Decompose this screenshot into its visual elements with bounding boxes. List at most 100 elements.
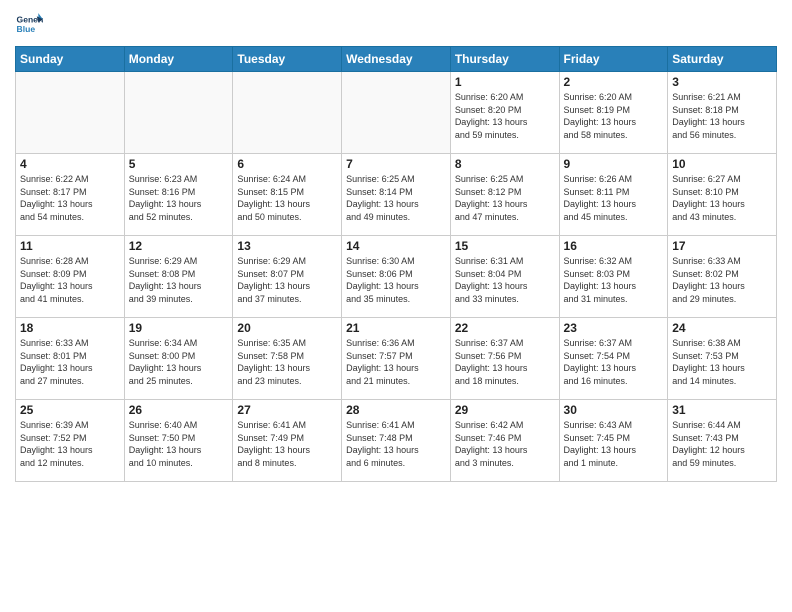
day-info: Sunrise: 6:20 AMSunset: 8:20 PMDaylight:… <box>455 91 555 141</box>
calendar-cell: 17 Sunrise: 6:33 AMSunset: 8:02 PMDayligh… <box>668 236 777 318</box>
day-info: Sunrise: 6:31 AMSunset: 8:04 PMDaylight:… <box>455 255 555 305</box>
calendar-cell: 15 Sunrise: 6:31 AMSunset: 8:04 PMDayligh… <box>450 236 559 318</box>
day-number: 2 <box>564 75 664 89</box>
weekday-row: SundayMondayTuesdayWednesdayThursdayFrid… <box>16 47 777 72</box>
day-info: Sunrise: 6:35 AMSunset: 7:58 PMDaylight:… <box>237 337 337 387</box>
weekday-header-friday: Friday <box>559 47 668 72</box>
day-number: 5 <box>129 157 229 171</box>
day-number: 18 <box>20 321 120 335</box>
day-number: 17 <box>672 239 772 253</box>
day-info: Sunrise: 6:28 AMSunset: 8:09 PMDaylight:… <box>20 255 120 305</box>
calendar-cell <box>342 72 451 154</box>
day-info: Sunrise: 6:24 AMSunset: 8:15 PMDaylight:… <box>237 173 337 223</box>
day-info: Sunrise: 6:30 AMSunset: 8:06 PMDaylight:… <box>346 255 446 305</box>
weekday-header-saturday: Saturday <box>668 47 777 72</box>
day-info: Sunrise: 6:22 AMSunset: 8:17 PMDaylight:… <box>20 173 120 223</box>
calendar-cell: 10 Sunrise: 6:27 AMSunset: 8:10 PMDayligh… <box>668 154 777 236</box>
calendar-cell: 26 Sunrise: 6:40 AMSunset: 7:50 PMDayligh… <box>124 400 233 482</box>
day-number: 8 <box>455 157 555 171</box>
day-number: 21 <box>346 321 446 335</box>
day-number: 29 <box>455 403 555 417</box>
day-number: 22 <box>455 321 555 335</box>
day-info: Sunrise: 6:43 AMSunset: 7:45 PMDaylight:… <box>564 419 664 469</box>
calendar-cell: 19 Sunrise: 6:34 AMSunset: 8:00 PMDayligh… <box>124 318 233 400</box>
calendar-cell: 16 Sunrise: 6:32 AMSunset: 8:03 PMDayligh… <box>559 236 668 318</box>
calendar-cell: 28 Sunrise: 6:41 AMSunset: 7:48 PMDayligh… <box>342 400 451 482</box>
calendar-week-1: 4Sunrise: 6:22 AMSunset: 8:17 PMDaylight… <box>16 154 777 236</box>
calendar-week-2: 11 Sunrise: 6:28 AMSunset: 8:09 PMDayligh… <box>16 236 777 318</box>
weekday-header-wednesday: Wednesday <box>342 47 451 72</box>
day-info: Sunrise: 6:21 AMSunset: 8:18 PMDaylight:… <box>672 91 772 141</box>
day-info: Sunrise: 6:29 AMSunset: 8:07 PMDaylight:… <box>237 255 337 305</box>
day-number: 16 <box>564 239 664 253</box>
day-number: 3 <box>672 75 772 89</box>
calendar-cell: 25Sunrise: 6:39 AMSunset: 7:52 PMDayligh… <box>16 400 125 482</box>
day-number: 19 <box>129 321 229 335</box>
day-number: 11 <box>20 239 120 253</box>
day-number: 20 <box>237 321 337 335</box>
calendar-cell: 8 Sunrise: 6:25 AMSunset: 8:12 PMDaylight… <box>450 154 559 236</box>
day-info: Sunrise: 6:34 AMSunset: 8:00 PMDaylight:… <box>129 337 229 387</box>
calendar-cell: 3 Sunrise: 6:21 AMSunset: 8:18 PMDaylight… <box>668 72 777 154</box>
day-number: 31 <box>672 403 772 417</box>
day-info: Sunrise: 6:41 AMSunset: 7:48 PMDaylight:… <box>346 419 446 469</box>
day-number: 26 <box>129 403 229 417</box>
calendar-cell: 21 Sunrise: 6:36 AMSunset: 7:57 PMDayligh… <box>342 318 451 400</box>
calendar-week-0: 1 Sunrise: 6:20 AMSunset: 8:20 PMDaylight… <box>16 72 777 154</box>
calendar-cell <box>16 72 125 154</box>
day-number: 15 <box>455 239 555 253</box>
day-info: Sunrise: 6:25 AMSunset: 8:12 PMDaylight:… <box>455 173 555 223</box>
calendar-cell <box>124 72 233 154</box>
day-info: Sunrise: 6:33 AMSunset: 8:01 PMDaylight:… <box>20 337 120 387</box>
calendar-cell: 2Sunrise: 6:20 AMSunset: 8:19 PMDaylight… <box>559 72 668 154</box>
calendar-cell: 31 Sunrise: 6:44 AMSunset: 7:43 PMDayligh… <box>668 400 777 482</box>
calendar-week-3: 18 Sunrise: 6:33 AMSunset: 8:01 PMDayligh… <box>16 318 777 400</box>
day-number: 9 <box>564 157 664 171</box>
calendar-cell: 7 Sunrise: 6:25 AMSunset: 8:14 PMDaylight… <box>342 154 451 236</box>
day-info: Sunrise: 6:37 AMSunset: 7:56 PMDaylight:… <box>455 337 555 387</box>
calendar-cell: 29Sunrise: 6:42 AMSunset: 7:46 PMDayligh… <box>450 400 559 482</box>
calendar-cell: 13 Sunrise: 6:29 AMSunset: 8:07 PMDayligh… <box>233 236 342 318</box>
day-number: 14 <box>346 239 446 253</box>
weekday-header-thursday: Thursday <box>450 47 559 72</box>
day-info: Sunrise: 6:33 AMSunset: 8:02 PMDaylight:… <box>672 255 772 305</box>
calendar-cell: 14 Sunrise: 6:30 AMSunset: 8:06 PMDayligh… <box>342 236 451 318</box>
calendar-cell <box>233 72 342 154</box>
page: General Blue SundayMondayTuesdayWednesda… <box>0 0 792 612</box>
logo: General Blue <box>15 10 45 38</box>
day-number: 1 <box>455 75 555 89</box>
day-info: Sunrise: 6:41 AMSunset: 7:49 PMDaylight:… <box>237 419 337 469</box>
day-info: Sunrise: 6:36 AMSunset: 7:57 PMDaylight:… <box>346 337 446 387</box>
day-number: 25 <box>20 403 120 417</box>
day-number: 10 <box>672 157 772 171</box>
day-info: Sunrise: 6:40 AMSunset: 7:50 PMDaylight:… <box>129 419 229 469</box>
svg-text:Blue: Blue <box>17 24 36 34</box>
calendar-week-4: 25Sunrise: 6:39 AMSunset: 7:52 PMDayligh… <box>16 400 777 482</box>
calendar-cell: 30 Sunrise: 6:43 AMSunset: 7:45 PMDayligh… <box>559 400 668 482</box>
calendar-cell: 4Sunrise: 6:22 AMSunset: 8:17 PMDaylight… <box>16 154 125 236</box>
calendar-cell: 11 Sunrise: 6:28 AMSunset: 8:09 PMDayligh… <box>16 236 125 318</box>
day-number: 28 <box>346 403 446 417</box>
day-info: Sunrise: 6:27 AMSunset: 8:10 PMDaylight:… <box>672 173 772 223</box>
day-number: 24 <box>672 321 772 335</box>
calendar-cell: 20 Sunrise: 6:35 AMSunset: 7:58 PMDayligh… <box>233 318 342 400</box>
calendar-cell: 6Sunrise: 6:24 AMSunset: 8:15 PMDaylight… <box>233 154 342 236</box>
day-info: Sunrise: 6:25 AMSunset: 8:14 PMDaylight:… <box>346 173 446 223</box>
day-number: 7 <box>346 157 446 171</box>
day-number: 13 <box>237 239 337 253</box>
day-number: 30 <box>564 403 664 417</box>
calendar-cell: 23 Sunrise: 6:37 AMSunset: 7:54 PMDayligh… <box>559 318 668 400</box>
day-info: Sunrise: 6:32 AMSunset: 8:03 PMDaylight:… <box>564 255 664 305</box>
weekday-header-sunday: Sunday <box>16 47 125 72</box>
calendar-header: SundayMondayTuesdayWednesdayThursdayFrid… <box>16 47 777 72</box>
day-info: Sunrise: 6:23 AMSunset: 8:16 PMDaylight:… <box>129 173 229 223</box>
day-number: 27 <box>237 403 337 417</box>
day-number: 23 <box>564 321 664 335</box>
header: General Blue <box>15 10 777 38</box>
weekday-header-tuesday: Tuesday <box>233 47 342 72</box>
calendar-cell: 5 Sunrise: 6:23 AMSunset: 8:16 PMDaylight… <box>124 154 233 236</box>
weekday-header-monday: Monday <box>124 47 233 72</box>
day-info: Sunrise: 6:37 AMSunset: 7:54 PMDaylight:… <box>564 337 664 387</box>
day-info: Sunrise: 6:44 AMSunset: 7:43 PMDaylight:… <box>672 419 772 469</box>
calendar-body: 1 Sunrise: 6:20 AMSunset: 8:20 PMDaylight… <box>16 72 777 482</box>
